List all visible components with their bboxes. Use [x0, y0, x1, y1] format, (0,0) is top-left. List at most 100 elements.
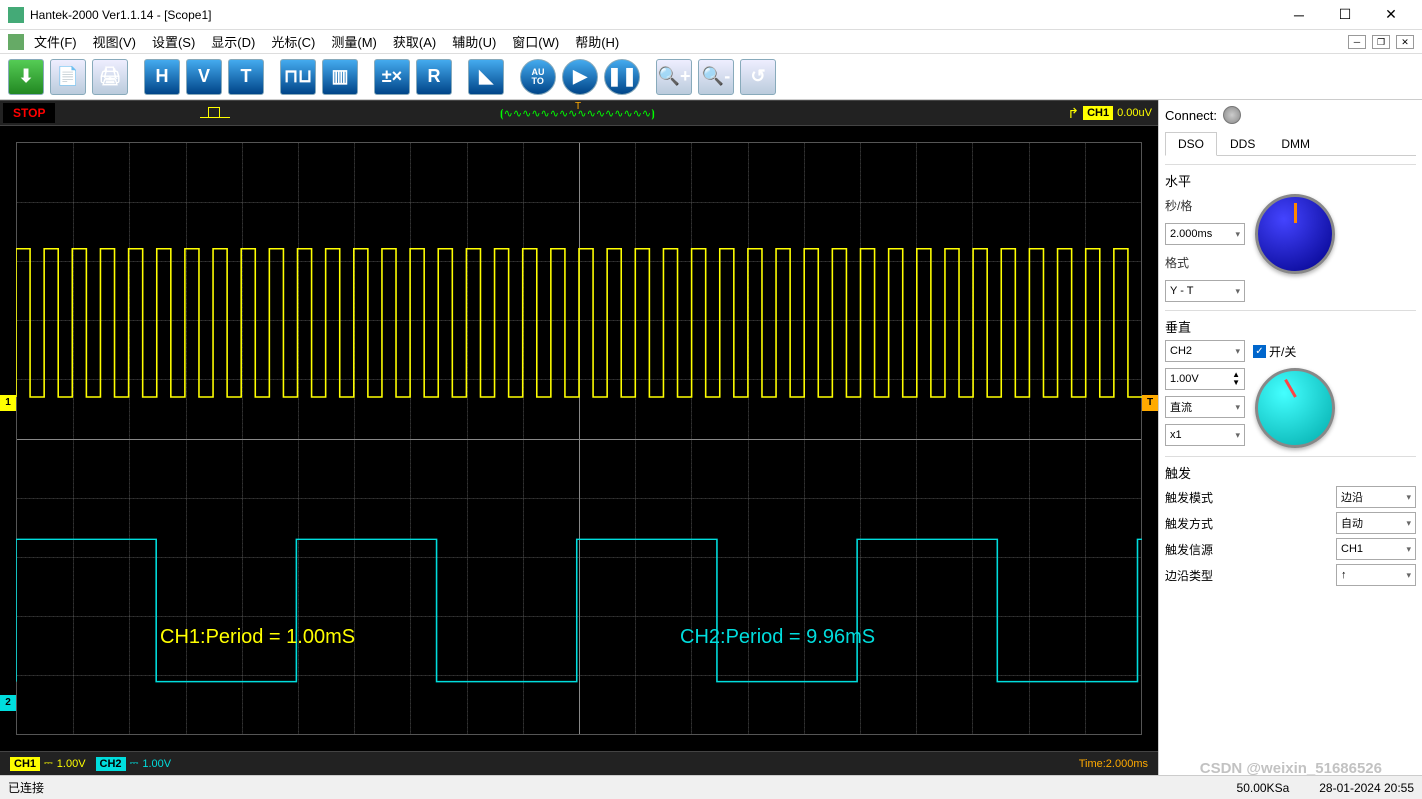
menu-utility[interactable]: 辅助(U)	[446, 30, 502, 53]
trigger-mode-row: 触发模式 边沿▾	[1165, 486, 1416, 508]
trigger-channel-badge: CH1	[1083, 106, 1113, 120]
minimize-button[interactable]: ─	[1276, 0, 1322, 30]
menu-acquire[interactable]: 获取(A)	[387, 30, 442, 53]
ch1-status: CH1 ⎓ 1.00V	[10, 757, 86, 771]
scope-icon	[8, 34, 24, 50]
trigger-group: 触发 触发模式 边沿▾ 触发方式 自动▾ 触发信源 CH1▾ 边沿类型 ↑▾	[1165, 456, 1416, 590]
menu-file[interactable]: 文件(F)	[28, 30, 83, 53]
vertical-group: 垂直 CH2▾ ✓开/关 1.00V▲▼ 直流▾ x1▾	[1165, 310, 1416, 448]
format-label: 格式	[1165, 254, 1245, 271]
trigger-mode-select[interactable]: 边沿▾	[1336, 486, 1416, 508]
menu-measure[interactable]: 测量(M)	[325, 30, 383, 53]
trigger-waveform-preview: ⦗∿∿∿∿∿∿∿∿∿∿∿∿∿∿∿∿⦘	[500, 107, 680, 121]
sec-div-label: 秒/格	[1165, 197, 1245, 214]
trigger-source-label: 触发信源	[1165, 541, 1213, 558]
menu-cursor[interactable]: 光标(C)	[265, 30, 321, 53]
menu-window[interactable]: 窗口(W)	[506, 30, 565, 53]
measurement-ch2: CH2:Period = 9.96mS	[680, 626, 875, 649]
vertical-title: 垂直	[1165, 317, 1416, 336]
timebase-display: Time:2.000ms	[1079, 758, 1148, 770]
t-button[interactable]: T	[228, 59, 264, 95]
trigger-edge-label: 边沿类型	[1165, 567, 1213, 584]
measurement-ch1: CH1:Period = 1.00mS	[160, 626, 355, 649]
mdi-restore-button[interactable]: ❐	[1372, 35, 1390, 49]
close-button[interactable]: ✕	[1368, 0, 1414, 30]
trigger-level: 0.00uV	[1117, 107, 1152, 119]
trigger-edge-select[interactable]: ↑▾	[1336, 564, 1416, 586]
trigger-source-row: 触发信源 CH1▾	[1165, 538, 1416, 560]
calc-button[interactable]: ±×	[374, 59, 410, 95]
app-icon	[8, 7, 24, 23]
trigger-info: ↱ CH1 0.00uV	[1067, 105, 1152, 122]
menu-settings[interactable]: 设置(S)	[146, 30, 201, 53]
probe-select[interactable]: x1▾	[1165, 424, 1245, 446]
status-sample-rate: 50.00KSa	[1237, 781, 1290, 795]
v-button[interactable]: V	[186, 59, 222, 95]
tab-dds[interactable]: DDS	[1217, 132, 1268, 155]
ch1-label-box: CH1	[10, 757, 40, 771]
trigger-pulse-icon	[200, 107, 230, 121]
zoom-in-button[interactable]: 🔍+	[656, 59, 692, 95]
r-button[interactable]: R	[416, 59, 452, 95]
coupling-select[interactable]: 直流▾	[1165, 396, 1245, 418]
print-button[interactable]: 🖨	[92, 59, 128, 95]
connect-row: Connect:	[1165, 106, 1416, 124]
scope-topbar: STOP T ⦗∿∿∿∿∿∿∿∿∿∿∿∿∿∿∿∿⦘ ↱ CH1 0.00uV	[0, 100, 1158, 126]
mdi-minimize-button[interactable]: ─	[1348, 35, 1366, 49]
channel-onoff-checkbox[interactable]: ✓开/关	[1253, 343, 1296, 360]
scope-bottombar: CH1 ⎓ 1.00V CH2 ⎓ 1.00V Time:2.000ms	[0, 751, 1158, 775]
menu-help[interactable]: 帮助(H)	[569, 30, 625, 53]
maximize-button[interactable]: ☐	[1322, 0, 1368, 30]
run-status: STOP	[3, 103, 55, 123]
open-button[interactable]: 📄	[50, 59, 86, 95]
mdi-close-button[interactable]: ✕	[1396, 35, 1414, 49]
rising-edge-icon: ↱	[1067, 105, 1079, 122]
hist-button[interactable]: ▥	[322, 59, 358, 95]
format-select[interactable]: Y - T▾	[1165, 280, 1245, 302]
statusbar: 已连接 50.00KSa 28-01-2024 20:55	[0, 775, 1422, 799]
time-div-select[interactable]: 2.000ms▾	[1165, 223, 1245, 245]
ch2-label-box: CH2	[96, 757, 126, 771]
titlebar: Hantek-2000 Ver1.1.14 - [Scope1] ─ ☐ ✕	[0, 0, 1422, 30]
channel-select[interactable]: CH2▾	[1165, 340, 1245, 362]
toolbar: ⬇ 📄 🖨 H V T ⊓⊔ ▥ ±× R ◣ AUTO ▶ ❚❚ 🔍+ 🔍- …	[0, 54, 1422, 100]
h-button[interactable]: H	[144, 59, 180, 95]
trigger-sweep-select[interactable]: 自动▾	[1336, 512, 1416, 534]
download-button[interactable]: ⬇	[8, 59, 44, 95]
zoom-out-button[interactable]: 🔍-	[698, 59, 734, 95]
ch2-scale: 1.00V	[142, 758, 171, 770]
scope-canvas[interactable]: 1 2 T CH1:Period = 1.00mS CH2:Period = 9…	[0, 126, 1158, 751]
connect-led	[1223, 106, 1241, 124]
horizontal-title: 水平	[1165, 171, 1416, 190]
vertical-knob[interactable]	[1255, 368, 1335, 448]
ch1-coupling-icon: ⎓	[44, 757, 53, 770]
trigger-source-select[interactable]: CH1▾	[1336, 538, 1416, 560]
horizontal-group: 水平 秒/格 2.000ms▾ 格式 Y - T▾	[1165, 164, 1416, 302]
menu-view[interactable]: 视图(V)	[87, 30, 142, 53]
db-button[interactable]: ◣	[468, 59, 504, 95]
trigger-title: 触发	[1165, 463, 1416, 482]
trigger-mode-label: 触发模式	[1165, 489, 1213, 506]
horizontal-knob[interactable]	[1255, 194, 1335, 274]
ch1-scale: 1.00V	[57, 758, 86, 770]
volt-div-stepper[interactable]: 1.00V▲▼	[1165, 368, 1245, 390]
pause-button[interactable]: ❚❚	[604, 59, 640, 95]
status-connection: 已连接	[8, 779, 44, 796]
ch1-marker[interactable]: 1	[0, 395, 16, 411]
menu-display[interactable]: 显示(D)	[205, 30, 261, 53]
tab-dso[interactable]: DSO	[1165, 132, 1217, 156]
trigger-level-marker[interactable]: T	[1142, 395, 1158, 411]
tab-dmm[interactable]: DMM	[1268, 132, 1323, 155]
window-title: Hantek-2000 Ver1.1.14 - [Scope1]	[30, 8, 1276, 22]
auto-button[interactable]: AUTO	[520, 59, 556, 95]
connect-label: Connect:	[1165, 108, 1217, 123]
trigger-edge-row: 边沿类型 ↑▾	[1165, 564, 1416, 586]
play-button[interactable]: ▶	[562, 59, 598, 95]
trigger-sweep-row: 触发方式 自动▾	[1165, 512, 1416, 534]
menubar: 文件(F) 视图(V) 设置(S) 显示(D) 光标(C) 测量(M) 获取(A…	[0, 30, 1422, 54]
pulse-button[interactable]: ⊓⊔	[280, 59, 316, 95]
reset-zoom-button[interactable]: ↺	[740, 59, 776, 95]
ch2-coupling-icon: ⎓	[130, 757, 139, 770]
ch2-marker[interactable]: 2	[0, 695, 16, 711]
panel-tabs: DSO DDS DMM	[1165, 132, 1416, 156]
